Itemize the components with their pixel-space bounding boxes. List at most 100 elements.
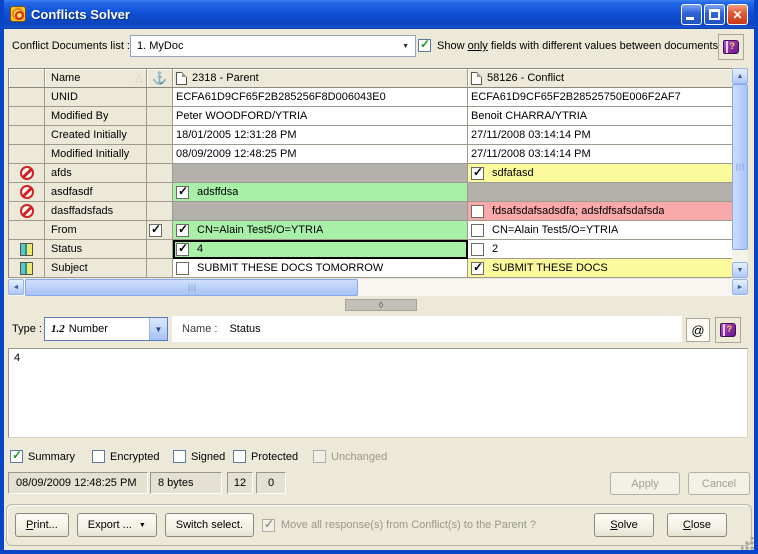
scroll-right-icon[interactable]: ► (732, 279, 748, 295)
horizontal-scroll-thumb[interactable] (25, 279, 358, 296)
header-parent-column[interactable]: 2318 - Parent (173, 69, 468, 88)
row-label[interactable]: Subject (45, 259, 147, 278)
row-label[interactable]: Status (45, 240, 147, 259)
value-checkbox[interactable]: ✓ (176, 243, 189, 256)
value-checkbox[interactable]: ✓ (471, 224, 484, 237)
signed-flag: ✓ Signed (173, 450, 225, 463)
value-checkbox[interactable]: ✓ (471, 205, 484, 218)
size-box: 8 bytes (150, 472, 222, 494)
row-label[interactable]: From (45, 221, 147, 240)
conflict-value-cell[interactable]: 27/11/2008 03:14:14 PM (468, 126, 732, 145)
parent-value-cell[interactable]: ✓ adsffdsa (173, 183, 468, 202)
doc-list-combobox[interactable]: 1. MyDoc (130, 35, 416, 57)
row-label[interactable]: dasffadsfads (45, 202, 147, 221)
titlebar: Conflicts Solver ✕ (4, 0, 754, 29)
row-label[interactable]: Created Initially (45, 126, 147, 145)
conflict-table: Name △ ⚓ 2318 - Parent 58126 - Conflict (8, 68, 748, 296)
parent-value-cell[interactable]: 08/09/2009 12:48:25 PM (173, 145, 468, 164)
table-row: Subject ✓ SUBMIT THESE DOCS TOMORROW ✓ S… (9, 259, 732, 278)
count-box-1: 12 (227, 472, 253, 494)
minimize-button[interactable] (681, 4, 702, 25)
apply-button[interactable]: Apply (610, 472, 680, 495)
horizontal-scrollbar[interactable]: ◄ ► (8, 279, 748, 296)
parent-value-cell[interactable]: 18/01/2005 12:31:28 PM (173, 126, 468, 145)
table-row: Modified Initially 08/09/2009 12:48:25 P… (9, 145, 732, 164)
conflict-value-cell[interactable]: ✓ sdfafasd (468, 164, 732, 183)
chevron-down-icon[interactable] (402, 43, 409, 50)
splitter-handle[interactable]: ◊ (345, 299, 417, 311)
value-checkbox[interactable]: ✓ (176, 186, 189, 199)
type-value: Number (69, 323, 108, 335)
parent-value-cell[interactable]: ECFA61D9CF65F2B285256F8D006043E0 (173, 88, 468, 107)
window-title: Conflicts Solver (31, 7, 681, 22)
document-icon (176, 72, 187, 85)
scroll-down-icon[interactable]: ▼ (732, 262, 748, 278)
conflict-value-cell[interactable] (468, 183, 732, 202)
header-status-column[interactable] (9, 69, 45, 88)
value-checkbox[interactable]: ✓ (176, 262, 189, 275)
anchor-checkbox[interactable]: ✓ (149, 224, 162, 237)
move-responses-option: ✓ Move all response(s) from Conflict(s) … (262, 519, 536, 532)
conflict-value-cell[interactable]: ECFA61D9CF65F2B28525750E006F2AF7 (468, 88, 732, 107)
export-button[interactable]: Export ... ▼ (77, 513, 157, 537)
parent-value-cell-selected[interactable]: ✓ 4 (173, 240, 468, 259)
conflict-value-cell[interactable]: ✓ CN=Alain Test5/O=YTRIA (468, 221, 732, 240)
no-entry-icon (20, 166, 34, 180)
value-checkbox[interactable]: ✓ (471, 167, 484, 180)
show-only-diff-checkbox[interactable]: ✓ (418, 39, 431, 52)
cancel-button[interactable]: Cancel (688, 472, 750, 495)
help-book-button-2[interactable] (715, 317, 741, 343)
help-book-button[interactable] (718, 34, 744, 60)
encrypted-checkbox[interactable]: ✓ (92, 450, 105, 463)
row-label[interactable]: Modified By (45, 107, 147, 126)
value-checkbox[interactable]: ✓ (471, 243, 484, 256)
no-entry-icon (20, 185, 34, 199)
signed-checkbox[interactable]: ✓ (173, 450, 186, 463)
switch-select-button[interactable]: Switch select. (165, 513, 254, 537)
value-checkbox[interactable]: ✓ (176, 224, 189, 237)
field-name-value: Status (229, 323, 260, 335)
resize-grip[interactable] (741, 537, 754, 550)
parent-value-cell[interactable]: ✓ CN=Alain Test5/O=YTRIA (173, 221, 468, 240)
doc-list-label: Conflict Documents list : (12, 40, 130, 52)
close-dialog-button[interactable]: Close (667, 513, 727, 537)
row-label[interactable]: afds (45, 164, 147, 183)
field-value-editor[interactable] (8, 348, 748, 438)
value-checkbox[interactable]: ✓ (471, 262, 484, 275)
row-label[interactable]: UNID (45, 88, 147, 107)
parent-value-cell[interactable] (173, 164, 468, 183)
parent-value-cell[interactable]: Peter WOODFORD/YTRIA (173, 107, 468, 126)
scroll-left-icon[interactable]: ◄ (8, 279, 24, 295)
conflict-value-cell[interactable]: ✓ SUBMIT THESE DOCS (468, 259, 732, 278)
parent-value-cell[interactable]: ✓ SUBMIT THESE DOCS TOMORROW (173, 259, 468, 278)
print-button[interactable]: Print... (15, 513, 69, 537)
show-only-diff-label: Show only fields with different values b… (437, 40, 718, 52)
summary-checkbox[interactable]: ✓ (10, 450, 23, 463)
maximize-button[interactable] (704, 4, 725, 25)
conflict-value-cell[interactable]: Benoit CHARRA/YTRIA (468, 107, 732, 126)
app-icon (10, 6, 26, 22)
vertical-scrollbar[interactable]: ▲ ▼ (732, 68, 748, 278)
vertical-scroll-thumb[interactable] (732, 84, 748, 250)
conflict-value-cell[interactable]: 27/11/2008 03:14:14 PM (468, 145, 732, 164)
header-anchor-column[interactable]: ⚓ (147, 69, 173, 88)
row-label[interactable]: asdfasdf (45, 183, 147, 202)
field-name-panel: Name : Status (172, 316, 682, 342)
close-button[interactable]: ✕ (727, 4, 748, 25)
type-combobox[interactable]: 1.2 Number ▼ (44, 317, 168, 341)
sort-asc-icon: △ (135, 73, 143, 84)
header-conflict-column[interactable]: 58126 - Conflict (468, 69, 732, 88)
chevron-down-icon[interactable]: ▼ (149, 318, 167, 340)
formula-at-button[interactable]: @ (686, 318, 710, 342)
no-entry-icon (20, 204, 34, 218)
conflict-value-cell[interactable]: ✓ fdsafsdafsadsdfa; adsfdfsafsdafsda (468, 202, 732, 221)
conflict-value-cell[interactable]: ✓ 2 (468, 240, 732, 259)
table-header-row: Name △ ⚓ 2318 - Parent 58126 - Conflict (9, 69, 732, 88)
protected-checkbox[interactable]: ✓ (233, 450, 246, 463)
row-label[interactable]: Modified Initially (45, 145, 147, 164)
header-name-column[interactable]: Name △ (45, 69, 147, 88)
scroll-up-icon[interactable]: ▲ (732, 68, 748, 84)
parent-value-cell[interactable] (173, 202, 468, 221)
solve-button[interactable]: Solve (594, 513, 654, 537)
table-row: Modified By Peter WOODFORD/YTRIA Benoit … (9, 107, 732, 126)
